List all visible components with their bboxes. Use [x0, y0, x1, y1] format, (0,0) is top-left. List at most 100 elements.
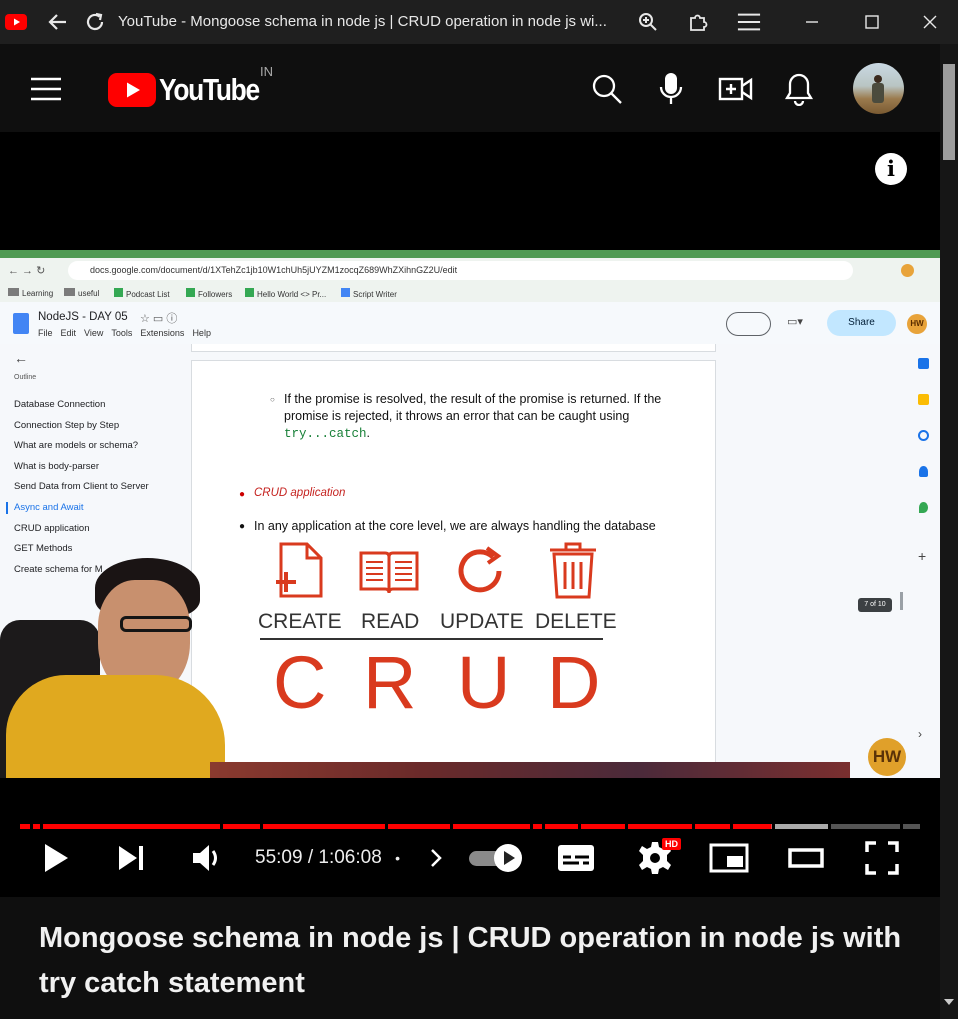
calendar-icon	[918, 358, 929, 369]
subtitles-button[interactable]	[556, 830, 596, 886]
create-file-icon	[273, 542, 325, 605]
page-scrollbar[interactable]	[940, 44, 958, 1019]
fullscreen-icon	[865, 841, 899, 875]
share-button: Share	[827, 310, 896, 336]
player-controls: 55:09 / 1:06:08 • HD	[0, 830, 940, 890]
hd-badge: HD	[662, 838, 681, 850]
contacts-icon	[919, 466, 928, 477]
played-segment	[545, 824, 578, 829]
zoom-icon[interactable]	[636, 10, 660, 34]
menu-file: File	[38, 328, 53, 338]
time-display: 55:09 / 1:06:08 •	[255, 847, 400, 869]
youtube-logo-icon	[108, 73, 156, 107]
subtitles-icon	[558, 845, 594, 871]
crud-letter-d: D	[547, 641, 601, 724]
docs-icon	[13, 313, 29, 334]
theater-mode-button[interactable]	[786, 830, 826, 886]
volume-icon	[193, 845, 217, 871]
bullet-icon: ●	[239, 521, 246, 532]
miniplayer-icon	[709, 843, 749, 873]
crud-label-delete: DELETE	[535, 610, 617, 633]
chapter-segment[interactable]	[831, 824, 900, 829]
meet-icon: ▭▾	[787, 316, 803, 328]
video-player[interactable]: i ← → ↻ docs.google.com/document/d/1XTeh…	[0, 132, 940, 897]
menu-edit: Edit	[60, 328, 77, 338]
extensions-icon[interactable]	[686, 10, 710, 34]
menu-icon[interactable]	[737, 10, 761, 34]
volume-button[interactable]	[188, 830, 228, 886]
search-icon[interactable]	[591, 73, 623, 110]
presenter-webcam	[0, 550, 225, 778]
doc-paragraph-2: In any application at the core level, we…	[254, 519, 656, 533]
share-label: Share	[848, 317, 875, 328]
played-segment	[43, 824, 220, 829]
progress-bar[interactable]	[20, 816, 920, 829]
dock-strip	[210, 762, 850, 778]
heading-bullet-icon: ●	[239, 489, 246, 500]
user-avatar[interactable]	[853, 63, 904, 114]
maps-icon	[919, 502, 928, 513]
minimize-icon[interactable]	[800, 10, 824, 34]
inner-browser-tabs	[0, 250, 940, 258]
bookmark-3: Podcast List	[126, 290, 170, 299]
outline-label: Outline	[14, 374, 37, 381]
played-segment	[453, 824, 530, 829]
next-button[interactable]	[113, 830, 149, 886]
scroll-down-arrow-icon[interactable]	[944, 999, 954, 1005]
autoplay-toggle[interactable]	[466, 830, 526, 886]
bookmark-2: useful	[78, 289, 100, 298]
doc-code: try...catch	[284, 427, 367, 441]
microphone-icon[interactable]	[659, 72, 683, 111]
crud-letter-r: R	[363, 641, 417, 724]
page-indicator: 7 of 10	[858, 598, 892, 612]
play-button[interactable]	[38, 830, 74, 886]
maximize-icon[interactable]	[860, 10, 884, 34]
bookmark-5: Hello World <> Pr...	[257, 290, 327, 299]
create-video-icon[interactable]	[718, 75, 754, 108]
bookmark-1: Learning	[22, 289, 54, 298]
notifications-bell-icon[interactable]	[784, 72, 814, 111]
crud-label-update: UPDATE	[440, 610, 524, 633]
hamburger-menu-icon[interactable]	[30, 77, 62, 106]
doc-title: NodeJS - DAY 05	[38, 311, 128, 323]
doc-title-icons: ☆ ▭ ⓘ	[140, 313, 178, 325]
inner-browser-urlbar: ← → ↻ docs.google.com/document/d/1XTehZc…	[0, 258, 940, 284]
autoplay-toggle-icon	[469, 844, 522, 872]
reload-icon[interactable]	[83, 10, 107, 34]
youtube-logo[interactable]: YouTube	[108, 72, 277, 108]
close-icon[interactable]	[918, 10, 942, 34]
played-segment	[581, 824, 625, 829]
settings-button[interactable]: HD	[634, 830, 681, 886]
outline-item-active: Async and Await	[14, 502, 84, 513]
played-segment	[388, 824, 450, 829]
crud-label-create: CREATE	[258, 610, 342, 633]
read-book-icon	[358, 550, 420, 601]
inner-profile-icon	[901, 264, 914, 277]
menu-view: View	[84, 328, 104, 338]
sub-bullet-icon: ○	[270, 395, 275, 404]
outline-item: Database Connection	[14, 399, 106, 410]
chapter-segment[interactable]	[903, 824, 920, 829]
scrollbar-thumb[interactable]	[943, 64, 955, 160]
delete-trash-icon	[546, 540, 600, 605]
miniplayer-button[interactable]	[708, 830, 750, 886]
inner-nav-icons: ← → ↻	[8, 265, 46, 277]
fullscreen-button[interactable]	[862, 830, 902, 886]
chapter-chevron-button[interactable]	[424, 830, 448, 886]
crud-letter-c: C	[273, 641, 327, 724]
outline-item: CRUD application	[14, 523, 90, 534]
video-frame: ← → ↻ docs.google.com/document/d/1XTehZc…	[0, 250, 940, 778]
youtube-favicon-icon	[4, 10, 28, 34]
next-icon	[119, 846, 143, 870]
played-segment	[695, 824, 730, 829]
info-icon[interactable]: i	[875, 153, 907, 185]
progress-track[interactable]	[20, 824, 920, 829]
back-arrow-icon[interactable]	[46, 10, 70, 34]
outline-back-icon: ←	[14, 350, 28, 366]
inner-bookmarks-bar: Learning useful Podcast List Followers H…	[0, 284, 940, 302]
update-refresh-icon	[454, 544, 508, 603]
region-label: IN	[260, 64, 273, 79]
browser-titlebar: YouTube - Mongoose schema in node js | C…	[0, 0, 958, 44]
keep-icon	[918, 394, 929, 405]
video-title: Mongoose schema in node js | CRUD operat…	[39, 922, 902, 999]
